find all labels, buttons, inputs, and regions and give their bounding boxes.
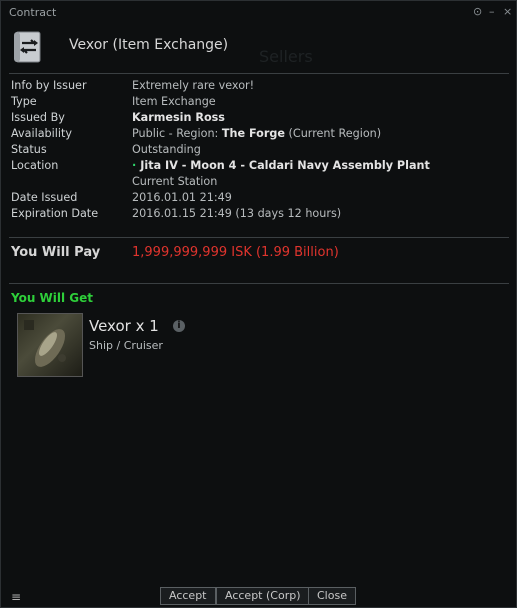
vexor-ship-image[interactable] xyxy=(17,313,83,377)
get-label: You Will Get xyxy=(11,291,94,305)
pay-amount: 1,999,999,999 ISK (1.99 Billion) xyxy=(132,245,339,260)
accept-corp-button[interactable]: Accept (Corp) xyxy=(216,587,310,605)
value-current-station: Current Station xyxy=(132,175,218,188)
label-availability: Availability xyxy=(11,127,72,140)
pay-label: You Will Pay xyxy=(11,245,101,260)
item-name: Vexor x 1 xyxy=(89,317,159,335)
availability-suffix: (Current Region) xyxy=(284,127,382,140)
divider xyxy=(9,237,509,238)
value-status: Outstanding xyxy=(132,143,201,156)
close-window-icon[interactable]: × xyxy=(503,5,512,18)
value-location: · Jita IV - Moon 4 - Caldari Navy Assembl… xyxy=(132,159,430,172)
background-ghost-text: Sellers xyxy=(259,47,313,66)
contract-scroll-icon xyxy=(14,31,41,63)
divider xyxy=(9,73,509,74)
hamburger-menu-icon[interactable]: ≡ xyxy=(11,590,21,604)
region-link[interactable]: The Forge xyxy=(222,127,285,140)
divider xyxy=(9,283,509,284)
value-type: Item Exchange xyxy=(132,95,216,108)
label-issued-by: Issued By xyxy=(11,111,65,124)
label-info-by-issuer: Info by Issuer xyxy=(11,79,87,92)
label-expiration-date: Expiration Date xyxy=(11,207,99,220)
ship-icon xyxy=(24,320,66,367)
contract-title: Vexor (Item Exchange) xyxy=(69,37,229,53)
item-group: Ship / Cruiser xyxy=(89,339,163,352)
value-info-by-issuer: Extremely rare vexor! xyxy=(132,79,255,92)
minimize-icon[interactable]: – xyxy=(489,5,495,18)
label-type: Type xyxy=(11,95,37,108)
value-date-issued: 2016.01.01 21:49 xyxy=(132,191,232,204)
value-availability: Public - Region: The Forge (Current Regi… xyxy=(132,127,381,140)
label-status: Status xyxy=(11,143,47,156)
label-location: Location xyxy=(11,159,59,172)
contract-window: Sellers Contract ⊙ – × Vexor (Item Excha… xyxy=(0,0,517,608)
window-title: Contract xyxy=(9,6,57,19)
accept-button[interactable]: Accept xyxy=(160,587,216,605)
availability-prefix: Public - Region: xyxy=(132,127,222,140)
title-bar[interactable]: Contract ⊙ – × xyxy=(1,1,516,23)
settings-icon[interactable]: ⊙ xyxy=(473,5,482,18)
show-info-icon[interactable]: i xyxy=(173,320,185,332)
value-expiration-date: 2016.01.15 21:49 (13 days 12 hours) xyxy=(132,207,342,220)
label-date-issued: Date Issued xyxy=(11,191,78,204)
close-button[interactable]: Close xyxy=(308,587,356,605)
issuer-link[interactable]: Karmesin Ross xyxy=(132,111,225,124)
security-status-dot-icon: · xyxy=(132,159,137,172)
location-link[interactable]: Jita IV - Moon 4 - Caldari Navy Assembly… xyxy=(140,159,430,172)
